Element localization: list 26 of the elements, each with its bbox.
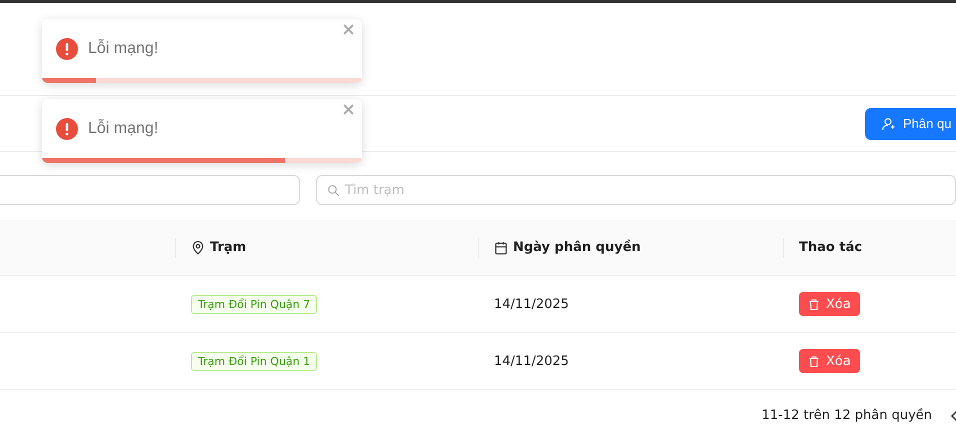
filter-field[interactable] — [0, 175, 300, 205]
error-icon — [56, 38, 78, 60]
toast-message: Lỗi mạng! — [88, 40, 158, 58]
station-tag: Trạm Đổi Pin Quận 1 — [191, 352, 318, 370]
date-text: 14/11/2025 — [494, 296, 569, 312]
delete-button[interactable]: Xóa — [799, 349, 860, 373]
close-button[interactable] — [343, 24, 354, 35]
previous-page-icon[interactable] — [950, 410, 956, 422]
search-icon — [327, 184, 340, 197]
close-button[interactable] — [343, 104, 354, 115]
column-header: Ngày phân quyền — [513, 240, 641, 255]
pagination-summary: 11-12 trên 12 phân quyền — [762, 408, 932, 423]
date-text: 14/11/2025 — [494, 354, 569, 368]
calendar-icon — [494, 240, 508, 254]
error-icon — [56, 118, 78, 140]
search-field[interactable]: Tìm trạm — [316, 175, 956, 205]
trash-icon — [808, 354, 820, 368]
column-header: Trạm — [210, 240, 246, 255]
location-pin-icon — [191, 240, 205, 254]
column-header: Thao tác — [799, 240, 862, 255]
toast-message: Lỗi mạng! — [88, 120, 158, 138]
trash-icon — [808, 298, 820, 310]
delete-button[interactable]: Xóa — [799, 292, 860, 316]
grant-permission-button[interactable]: Phân qu — [865, 108, 956, 140]
user-add-icon — [881, 116, 895, 130]
station-tag: Trạm Đổi Pin Quận 7 — [191, 294, 318, 314]
